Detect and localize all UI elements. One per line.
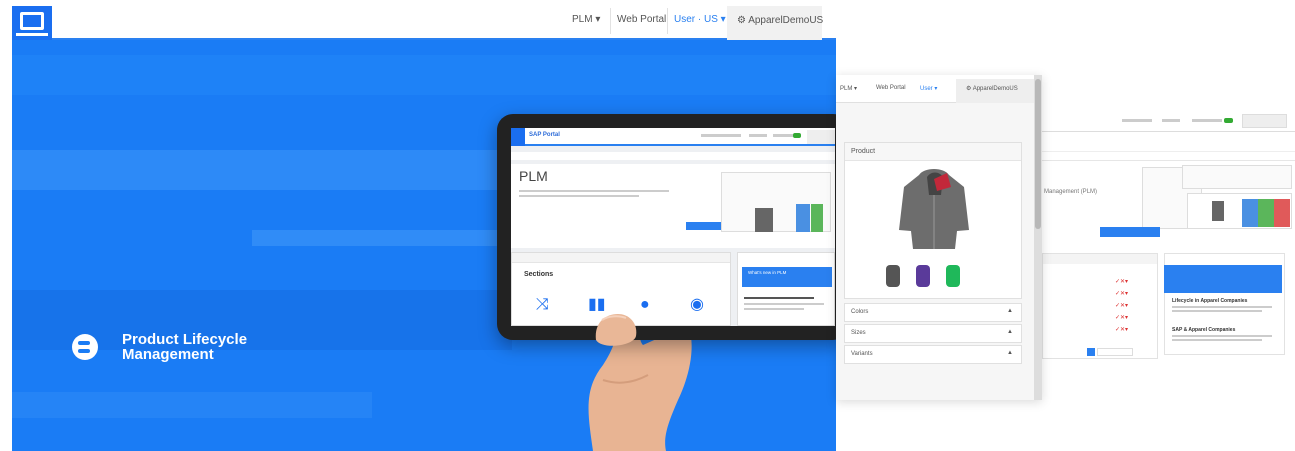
color-swatch-gray[interactable] <box>886 265 900 287</box>
shuffle-icon[interactable]: ⤨ <box>536 297 549 313</box>
desktop-list-panel: ✓✕▾ ✓✕▾ ✓✕▾ ✓✕▾ ✓✕▾ <box>1042 253 1158 359</box>
product-title-line1: Product Lifecycle <box>122 331 248 348</box>
tablet-logo-icon <box>511 128 525 146</box>
desktop-preview: Management (PLM) ✓✕▾ ✓✕▾ ✓✕▾ ✓✕▾ ✓✕▾ Lif… <box>1042 110 1295 359</box>
top-navbar: PLM ▾ Web Portal User · US ▾ ⚙ ApparelDe… <box>12 0 836 40</box>
color-swatch-green[interactable] <box>946 265 960 287</box>
tablet-device: SAP Portal PLM Sections ⤨ ▮▮ ● ◉ What's … <box>497 114 849 340</box>
tablet-news-highlight[interactable]: What's new in PLM <box>742 267 832 287</box>
product-title-line2: Management <box>122 346 214 363</box>
mobile-navbar: PLM ▾ Web Portal User ▾ ⚙ ApparelDemoUS <box>836 75 1042 103</box>
row-actions-icon[interactable]: ✓✕▾ <box>1115 278 1128 285</box>
plm-section-icon[interactable]: ◉ <box>690 297 704 313</box>
tablet-hero: PLM <box>511 164 835 248</box>
row-actions-icon[interactable]: ✓✕▾ <box>1115 314 1128 321</box>
news-item-title[interactable]: Lifecycle in Apparel Companies <box>1172 298 1247 304</box>
accordion-colors[interactable]: Colors ▲ <box>844 303 1022 322</box>
color-swatch-purple[interactable] <box>916 265 930 287</box>
banner-stripe <box>12 55 836 95</box>
pagination[interactable] <box>1097 348 1133 356</box>
nav-plm-menu[interactable]: PLM ▾ <box>572 14 600 25</box>
pagination-current[interactable] <box>1087 348 1095 356</box>
thumb-image <box>595 314 637 346</box>
tablet-screen: SAP Portal PLM Sections ⤨ ▮▮ ● ◉ What's … <box>511 128 835 326</box>
banner-stripe <box>12 150 572 190</box>
nav-account-button[interactable]: ⚙ ApparelDemoUS <box>727 6 823 40</box>
hoodie-image <box>899 169 969 249</box>
mobile-nav-plm[interactable]: PLM ▾ <box>840 85 857 92</box>
tablet-brand: SAP Portal <box>529 132 560 138</box>
nav-web-portal[interactable]: Web Portal <box>617 14 666 25</box>
chevron-up-icon: ▲ <box>1007 329 1013 335</box>
tablet-plm-title: PLM <box>519 168 548 184</box>
row-actions-icon[interactable]: ✓✕▾ <box>1115 326 1128 333</box>
desktop-news-highlight[interactable] <box>1164 265 1282 293</box>
chevron-up-icon: ▲ <box>1007 308 1013 314</box>
chevron-up-icon: ▲ <box>1007 350 1013 356</box>
tablet-news-title: What's new in PLM <box>748 270 787 275</box>
accordion-label: Sizes <box>851 330 866 336</box>
product-title: Product Lifecycle Management <box>122 332 247 362</box>
plm-logo-icon <box>72 334 98 360</box>
accordion-sizes[interactable]: Sizes ▲ <box>844 324 1022 343</box>
mobile-scrollbar[interactable] <box>1034 75 1042 400</box>
mobile-account-button[interactable]: ⚙ ApparelDemoUS <box>956 79 1034 103</box>
tablet-navbar: SAP Portal <box>511 128 835 146</box>
accordion-label: Variants <box>851 351 873 357</box>
mobile-nav-web-portal[interactable]: Web Portal <box>876 85 906 91</box>
mobile-preview: PLM ▾ Web Portal User ▾ ⚙ ApparelDemoUS … <box>836 75 1042 400</box>
desktop-hero: Management (PLM) <box>1042 160 1295 238</box>
tablet-news-panel: What's new in PLM <box>737 252 835 326</box>
nav-user-menu[interactable]: User · US ▾ <box>674 14 726 25</box>
desktop-hero-title: Management (PLM) <box>1044 189 1098 195</box>
row-actions-icon[interactable]: ✓✕▾ <box>1115 302 1128 309</box>
news-item-title[interactable]: SAP & Apparel Companies <box>1172 327 1235 333</box>
desktop-navbar <box>1042 110 1295 132</box>
mobile-nav-user[interactable]: User ▾ <box>920 85 937 92</box>
accordion-variants[interactable]: Variants ▲ <box>844 345 1022 364</box>
app-logo-icon[interactable] <box>12 6 52 40</box>
mobile-account-label: ⚙ ApparelDemoUS <box>966 86 1018 92</box>
product-panel-title: Product <box>851 148 876 155</box>
tablet-sections-title: Sections <box>524 271 554 278</box>
product-panel: Product <box>844 142 1022 299</box>
accordion-label: Colors <box>851 309 869 315</box>
row-actions-icon[interactable]: ✓✕▾ <box>1115 290 1128 297</box>
banner-stripe <box>12 392 372 418</box>
